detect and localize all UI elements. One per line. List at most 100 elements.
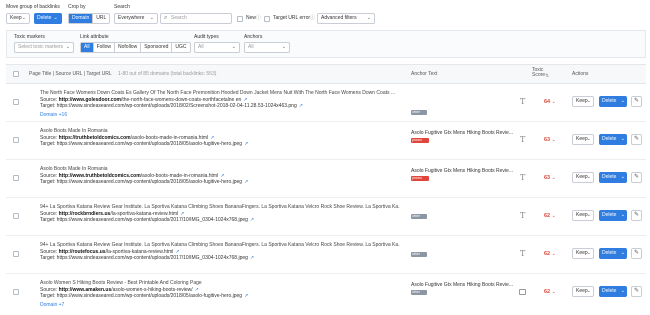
toxic-score: 63 ⌄ [544,137,556,144]
advanced-filters-button[interactable]: Advanced filters ⌄ [317,13,375,24]
comment-icon[interactable]: ✎ [631,134,642,145]
toxic-score: 63 ⌄ [544,175,556,182]
keep-button[interactable]: Keep ⌄ [572,210,594,221]
search-input[interactable]: ⌕ Search [160,13,232,24]
anchor-tag: other [411,214,427,219]
link-attribute-follow[interactable]: Follow [94,43,116,52]
chevron-down-icon[interactable]: ⌄ [552,251,556,257]
external-link-icon[interactable]: ↗ [244,179,248,185]
text-icon: T [520,135,526,144]
toxic-markers-label: Toxic markers [14,34,45,40]
row-checkbox[interactable] [13,251,19,257]
chevron-down-icon[interactable]: ⌄ [552,99,556,105]
crop-by-label: Crop by [68,4,86,10]
new-label: New [246,15,257,21]
table-row: The North Face Womens Down Coats Es Gall… [6,84,646,122]
filters-panel: Toxic markers Select toxic markers ⌄ Link… [6,30,646,58]
keep-group-select[interactable]: Keep ⌄ [6,13,30,24]
chevron-down-icon: ⌄ [586,250,591,256]
delete-button[interactable]: Delete ⌄ [599,286,627,297]
keep-button[interactable]: Keep ⌄ [572,248,594,259]
row-checkbox[interactable] [13,213,19,219]
toxic-score-value: 62 [544,251,551,257]
comment-icon[interactable]: ✎ [631,96,642,107]
external-link-icon[interactable]: ↗ [250,255,254,261]
new-checkbox[interactable] [237,16,243,22]
comment-icon[interactable]: ✎ [631,172,642,183]
target-link[interactable]: Target: https://www.sindeaseared.com/wp-… [40,217,248,223]
row-title: Asolo Boots Made In Romania [40,166,108,172]
external-link-icon[interactable]: ↗ [299,103,303,109]
link-attribute-sponsored[interactable]: Sponsored [141,43,173,52]
anchors-select[interactable]: All ⌄ [244,42,290,53]
link-attribute-ugc[interactable]: UGC [172,43,189,52]
target-link[interactable]: Target: https://www.sindeaseared.com/wp-… [40,103,297,109]
target-url-error-checkbox[interactable] [264,16,270,22]
target-link[interactable]: Target: https://www.sindeaseared.com/wp-… [40,255,248,261]
table-header: Page Title | Source URL | Target URL 1-8… [6,64,646,84]
audit-types-select[interactable]: All ⌄ [194,42,240,53]
link-attribute-all[interactable]: All [81,43,94,52]
row-target: Target: https://www.sindeaseared.com/wp-… [40,255,254,261]
sort-arrow-icon[interactable]: ⇅ [545,73,549,79]
row-checkbox[interactable] [13,289,19,295]
row-checkbox[interactable] [13,175,19,181]
crop-by-domain[interactable]: Domain [69,14,94,23]
anchor-text: Asolo Fugitive Gtx Mens Hiking Boots Rev… [411,282,513,288]
toxic-score: 62 ⌄ [544,289,556,296]
delete-button[interactable]: Delete ⌄ [599,210,627,221]
comment-icon[interactable]: ✎ [631,248,642,259]
target-link[interactable]: Target: https://www.sindeaseared.com/wp-… [40,141,242,147]
target-link[interactable]: Target: https://www.sindeaseared.com/wp-… [40,293,242,299]
anchor-tag: other [411,110,427,115]
header-actions: Actions [572,71,589,77]
keep-button[interactable]: Keep ⌄ [572,286,594,297]
comment-icon[interactable]: ✎ [631,286,642,297]
link-attribute-nofollow[interactable]: Nofollow [115,43,142,52]
external-link-icon[interactable]: ↗ [244,293,248,299]
chevron-down-icon: ⌄ [620,98,625,104]
search-scope-select[interactable]: Everywhere ⌄ [114,13,158,24]
search-group: Search [114,4,130,11]
toxic-markers-select[interactable]: Select toxic markers ⌄ [14,42,74,53]
comment-icon[interactable]: ✎ [631,210,642,221]
keep-button[interactable]: Keep ⌄ [572,172,594,183]
chevron-down-icon[interactable]: ⌄ [552,213,556,219]
row-target: Target: https://www.sindeaseared.com/wp-… [40,179,248,185]
delete-button[interactable]: Delete ⌄ [599,134,627,145]
domain-more-link[interactable]: Domain +16 [40,112,67,118]
header-anchor-text[interactable]: Anchor Text [411,71,437,78]
move-group-label: Move group of backlinks [6,4,60,10]
delete-button[interactable]: Delete ⌄ [599,248,627,259]
delete-button[interactable]: Delete ⌄ [599,172,627,183]
chevron-down-icon: ⌄ [366,15,371,21]
row-target: Target: https://www.sindeaseared.com/wp-… [40,103,303,109]
header-page-title[interactable]: Page Title | Source URL | Target URL [29,71,112,78]
chevron-down-icon[interactable]: ⌄ [552,137,556,143]
row-checkbox[interactable] [13,99,19,105]
domain-more-link[interactable]: Domain +7 [40,302,64,308]
delete-group-button[interactable]: Delete ⌄ [34,13,62,24]
anchor-tag: other [411,252,427,257]
chevron-down-icon: ⌄ [586,288,591,294]
crop-by-url[interactable]: URL [93,14,109,23]
search-scope-value: Everywhere [118,15,145,21]
keep-button[interactable]: Keep ⌄ [572,96,594,107]
delete-button[interactable]: Delete ⌄ [599,96,627,107]
chevron-down-icon: ⌄ [586,98,591,104]
keep-button[interactable]: Keep ⌄ [572,134,594,145]
select-all-checkbox[interactable] [13,71,19,77]
row-title: Asolo Women S Hiking Boots Review - Best… [40,280,202,286]
external-link-icon[interactable]: ↗ [244,141,248,147]
chevron-down-icon: ⌄ [620,250,625,256]
external-link-icon[interactable]: ↗ [250,217,254,223]
delete-label: Delete [602,250,617,256]
toxic-score-value: 63 [544,175,551,181]
target-link[interactable]: Target: https://www.sindeaseared.com/wp-… [40,179,242,185]
row-target: Target: https://www.sindeaseared.com/wp-… [40,141,248,147]
anchors-label: Anchors [244,34,263,40]
toxic-score: 62 ⌄ [544,251,556,258]
chevron-down-icon[interactable]: ⌄ [552,289,556,295]
chevron-down-icon[interactable]: ⌄ [552,175,556,181]
row-checkbox[interactable] [13,137,19,143]
